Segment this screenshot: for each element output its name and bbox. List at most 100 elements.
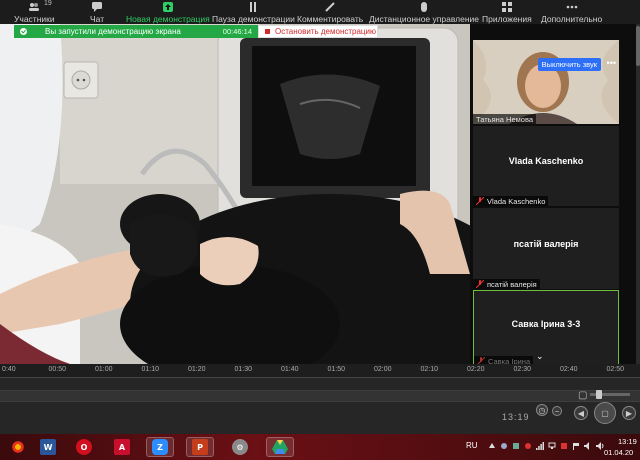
participant-tile-active[interactable]: Савка Ірина 3-3 Савка Ірина bbox=[473, 290, 619, 367]
pause-share-button[interactable]: Пауза демонстрации bbox=[212, 0, 295, 24]
remote-control-button[interactable]: Дистанционное управление bbox=[369, 0, 479, 24]
word-glyph: W bbox=[40, 439, 56, 455]
mic-muted-icon bbox=[476, 280, 484, 288]
timeline-tick-label: 01:20 bbox=[188, 366, 206, 373]
timeline-zoom-slider[interactable] bbox=[590, 390, 630, 399]
participant-name: псатій валерія bbox=[473, 279, 540, 289]
tray-app-icon[interactable] bbox=[512, 442, 520, 450]
settings-icon[interactable]: ⚙ bbox=[226, 437, 254, 457]
acrobat-icon[interactable]: A bbox=[108, 437, 136, 457]
participant-tile[interactable]: Vlada Kaschenko Vlada Kaschenko bbox=[473, 126, 619, 206]
annotate-label: Комментировать bbox=[297, 14, 364, 24]
annotate-button[interactable]: Комментировать bbox=[297, 0, 363, 24]
acrobat-glyph: A bbox=[114, 439, 130, 455]
start-orb-glyph bbox=[10, 439, 26, 455]
participant-name: Татьяна Немова bbox=[473, 114, 537, 124]
forward-button[interactable]: ▶ bbox=[622, 406, 636, 420]
volume-icon[interactable] bbox=[596, 442, 604, 450]
timeline-tick-label: 01:00 bbox=[95, 366, 113, 373]
rewind-button[interactable]: ◀ bbox=[574, 406, 588, 420]
timeline-tick-label: 02:20 bbox=[467, 366, 485, 373]
opera-glyph: O bbox=[76, 439, 92, 455]
timeline-tick-label: 00:50 bbox=[48, 366, 67, 373]
tray-arrow-icon[interactable] bbox=[488, 442, 496, 450]
new-share-button[interactable]: Новая демонстрация bbox=[126, 0, 210, 24]
timeline-tick-label: 02:10 bbox=[420, 366, 439, 373]
participant-name: Vlada Kaschenko bbox=[473, 196, 549, 206]
mic-muted-icon bbox=[476, 197, 484, 205]
chat-button[interactable]: Чат bbox=[90, 0, 104, 24]
participant-tile[interactable]: псатій валерія псатій валерія bbox=[473, 208, 619, 289]
zoom-slider-knob[interactable] bbox=[596, 390, 602, 399]
timeline-tick-label: 0:40 bbox=[2, 366, 16, 373]
timeline-tick-label: 02:00 bbox=[374, 366, 392, 373]
security-icon[interactable] bbox=[560, 442, 568, 450]
pause-icon bbox=[250, 2, 257, 12]
zoom-toolbar: Участники 19 Чат Новая демонстрация Пауз… bbox=[0, 0, 640, 24]
participants-count: 19 bbox=[44, 0, 52, 7]
network-icon[interactable] bbox=[548, 442, 556, 450]
stop-icon bbox=[265, 29, 270, 34]
scrollbar-thumb[interactable] bbox=[636, 26, 640, 66]
tile-more-icon[interactable]: ••• bbox=[607, 58, 616, 68]
powerpoint-icon[interactable]: P bbox=[186, 437, 214, 457]
zoom-out-small-icon[interactable]: ▢ bbox=[578, 390, 587, 401]
play-button[interactable]: ▢ bbox=[594, 402, 616, 424]
apps-icon bbox=[501, 2, 512, 12]
share-banner: Вы запустили демонстрацию экрана 00:46:1… bbox=[14, 25, 378, 38]
participants-panel: Выключить звук ••• Татьяна Немова Vlada … bbox=[470, 24, 640, 367]
participant-display-name: Vlada Kaschenko bbox=[508, 156, 584, 166]
remote-control-label: Дистанционное управление bbox=[369, 14, 480, 24]
word-icon[interactable]: W bbox=[34, 437, 62, 457]
windows-start-icon[interactable] bbox=[4, 437, 32, 457]
ultrasound-scene-image bbox=[0, 24, 470, 364]
mute-participant-button[interactable]: Выключить звук bbox=[537, 58, 601, 71]
share-status-bar: Вы запустили демонстрацию экрана 00:46:1… bbox=[14, 25, 258, 38]
taskbar-clock-time[interactable]: 13:19 bbox=[618, 437, 637, 446]
panel-scrollbar[interactable] bbox=[636, 24, 640, 364]
participant-video-image bbox=[473, 40, 619, 124]
stop-share-button[interactable]: Остановить демонстрацию bbox=[258, 25, 378, 38]
participants-icon bbox=[29, 3, 40, 11]
more-label: Дополнительно bbox=[541, 14, 603, 24]
share-status-text: Вы запустили демонстрацию экрана bbox=[45, 27, 181, 36]
stop-share-label: Остановить демонстрацию bbox=[275, 27, 376, 36]
timeline-ruler[interactable]: 0:40 00:50 01:00 01:10 01:20 01:30 01:40 01:50 0… bbox=[0, 364, 640, 378]
tray-app-icon[interactable] bbox=[524, 442, 532, 450]
zoom-icon[interactable]: Z bbox=[146, 437, 174, 457]
google-drive-icon[interactable] bbox=[266, 437, 294, 457]
drive-glyph bbox=[272, 440, 288, 454]
participants-label: Участники bbox=[14, 14, 55, 24]
zoom-glyph: Z bbox=[152, 439, 168, 455]
timeline-tick-label: 01:30 bbox=[234, 366, 253, 373]
zoom-out-icon[interactable]: − bbox=[552, 406, 562, 416]
powerpoint-glyph: P bbox=[192, 439, 208, 455]
language-indicator[interactable]: RU bbox=[466, 441, 478, 450]
taskbar-clock-date[interactable]: 01.04.20 bbox=[604, 448, 633, 457]
pause-share-label: Пауза демонстрации bbox=[212, 14, 295, 24]
flag-icon[interactable] bbox=[572, 442, 580, 450]
clock-icon[interactable]: ◷ bbox=[536, 404, 548, 416]
windows-taskbar: W O A Z P ⚙ RU 13:19 01.04.20 bbox=[0, 434, 640, 460]
speaker-icon[interactable] bbox=[584, 442, 592, 450]
new-share-label: Новая демонстрация bbox=[126, 14, 210, 24]
more-dots-icon bbox=[566, 5, 577, 9]
timeline-tick-label: 01:10 bbox=[141, 366, 160, 373]
opera-icon[interactable]: O bbox=[70, 437, 98, 457]
timeline-tick-label: 02:40 bbox=[560, 366, 578, 373]
apps-button[interactable]: Приложения bbox=[482, 0, 532, 24]
scroll-down-chevron-icon[interactable]: ⌄ bbox=[536, 351, 544, 362]
pen-icon bbox=[325, 2, 335, 12]
more-button[interactable]: Дополнительно bbox=[541, 0, 602, 24]
chat-icon bbox=[92, 2, 103, 12]
timeline-tick-label: 01:40 bbox=[281, 366, 299, 373]
chat-label: Чат bbox=[90, 14, 105, 24]
tray-app-icon[interactable] bbox=[500, 442, 508, 450]
timeline-track[interactable] bbox=[0, 390, 640, 402]
settings-glyph: ⚙ bbox=[232, 439, 248, 455]
network-signal-icon[interactable] bbox=[536, 442, 544, 450]
editor-timeline: 0:40 00:50 01:00 01:10 01:20 01:30 01:40 01:50 0… bbox=[0, 364, 640, 434]
participant-display-name: Савка Ірина 3-3 bbox=[511, 318, 581, 329]
mouse-icon bbox=[421, 2, 427, 12]
participant-tile-video[interactable]: Выключить звук ••• Татьяна Немова bbox=[473, 40, 619, 124]
